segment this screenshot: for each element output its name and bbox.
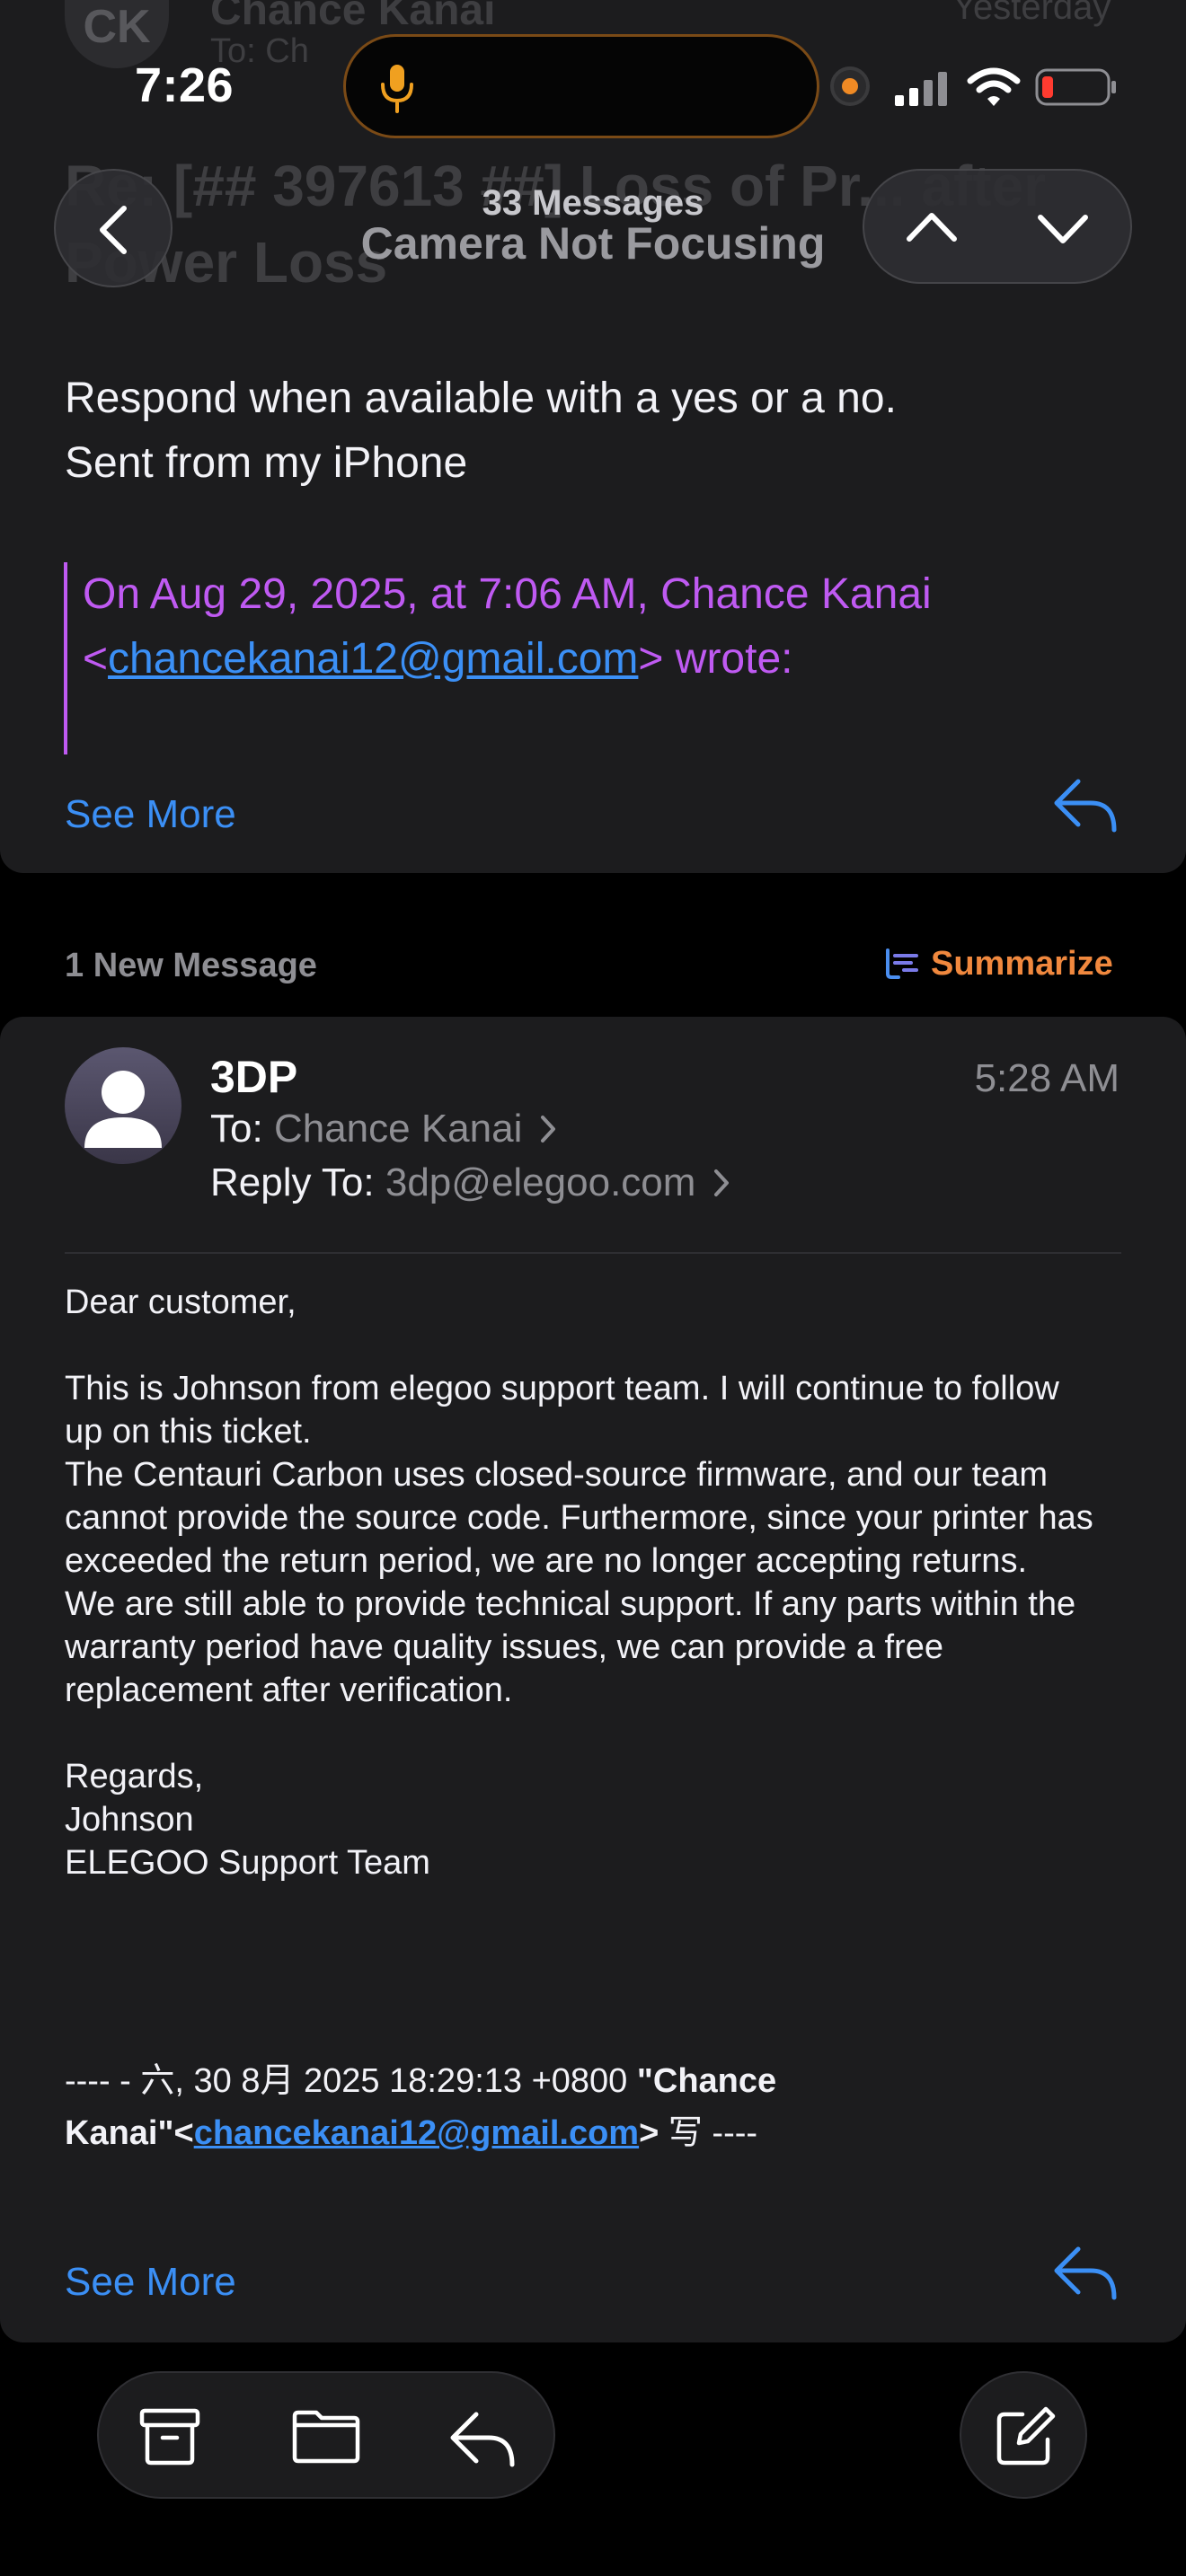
message-line-2: Sent from my iPhone <box>65 439 468 487</box>
new-message-label: 1 New Message <box>65 947 317 984</box>
quote-attribution-line-1: On Aug 29, 2025, at 7:06 AM, Chance Kana… <box>83 570 932 618</box>
compose-icon <box>996 2406 1056 2466</box>
body-line: replacement after verification. <box>65 1672 513 1709</box>
person-icon <box>84 1071 162 1148</box>
action-toolbar <box>97 2371 555 2499</box>
quoted-header-line-2: Kanai"<chancekanai12@gmail.com> 写 ---- <box>65 2107 776 2159</box>
email-body: Dear customer, This is Johnson from eleg… <box>65 1281 1143 1884</box>
chevron-right-icon <box>540 1116 555 1142</box>
summarize-icon <box>886 948 918 979</box>
quote-attribution-line-2: <chancekanai12@gmail.com> wrote: <box>83 627 792 692</box>
quote-bar <box>64 562 67 754</box>
quoted-header-date: ---- - 六, 30 8月 2025 18:29:13 +0800 <box>65 2062 637 2100</box>
quote-email-link[interactable]: chancekanai12@gmail.com <box>108 635 638 683</box>
body-line: cannot provide the source code. Furtherm… <box>65 1499 1093 1537</box>
microphone-icon <box>379 63 415 113</box>
quote-wrote: > wrote: <box>638 635 793 683</box>
compose-button[interactable] <box>960 2371 1087 2499</box>
reply-icon[interactable] <box>1051 2242 1120 2305</box>
previous-message-button[interactable] <box>864 171 999 286</box>
archive-icon <box>139 2408 200 2466</box>
recording-dot-icon <box>830 66 870 106</box>
quoted-header-line-1: ---- - 六, 30 8月 2025 18:29:13 +0800 "Cha… <box>65 2055 776 2107</box>
quoted-header-email-link[interactable]: chancekanai12@gmail.com <box>194 2114 639 2152</box>
quoted-header-wrote: 写 ---- <box>659 2114 758 2152</box>
next-message-button[interactable] <box>999 171 1134 286</box>
reply-icon <box>450 2412 515 2467</box>
chevron-right-icon <box>713 1169 729 1196</box>
ghost-date: Yesterday <box>952 0 1111 27</box>
message-card-3dp: 3DP 5:28 AM To: Chance Kanai Reply To: 3… <box>0 1017 1186 2342</box>
header-divider <box>65 1252 1121 1254</box>
body-signature-name: Johnson <box>65 1801 194 1839</box>
body-greeting: Dear customer, <box>65 1284 296 1321</box>
see-more-link[interactable]: See More <box>65 792 236 837</box>
battery-icon <box>1035 68 1118 106</box>
avatar <box>65 1047 181 1164</box>
reply-icon[interactable] <box>1051 774 1120 837</box>
body-line: We are still able to provide technical s… <box>65 1585 1076 1623</box>
archive-button[interactable] <box>131 2398 208 2475</box>
body-line: This is Johnson from elegoo support team… <box>65 1370 1059 1407</box>
quote-lt: < <box>83 635 109 683</box>
move-to-folder-button[interactable] <box>288 2398 365 2475</box>
quoted-header: ---- - 六, 30 8月 2025 18:29:13 +0800 "Cha… <box>65 2055 776 2159</box>
body-regards: Regards, <box>65 1758 204 1795</box>
message-time: 5:28 AM <box>974 1056 1120 1100</box>
summarize-label: Summarize <box>931 945 1113 983</box>
reply-to-value: 3dp@elegoo.com <box>385 1160 696 1204</box>
recipient-row[interactable]: To: Chance Kanai <box>210 1107 559 1151</box>
back-button[interactable] <box>54 169 173 287</box>
status-time: 7:26 <box>135 58 235 112</box>
reply-button[interactable] <box>444 2398 521 2475</box>
quoted-header-sender-b: Kanai"< <box>65 2114 194 2152</box>
body-line: up on this ticket. <box>65 1413 312 1451</box>
message-line-1: Respond when available with a yes or a n… <box>65 375 897 422</box>
message-navigator <box>863 169 1132 284</box>
body-line: The Centauri Carbon uses closed-source f… <box>65 1456 1049 1494</box>
wifi-icon <box>967 66 1021 108</box>
see-more-link[interactable]: See More <box>65 2260 236 2305</box>
quoted-header-gt: > <box>639 2114 659 2152</box>
thread-title: Camera Not Focusing <box>360 218 826 269</box>
sender-name: 3DP <box>210 1052 298 1102</box>
ghost-sender: Chance Kanai <box>210 0 496 34</box>
chevron-left-icon <box>100 206 127 254</box>
chevron-up-icon <box>907 213 957 242</box>
chevron-down-icon <box>1038 215 1088 243</box>
to-value: Chance Kanai <box>273 1107 523 1151</box>
to-label: To: <box>210 1107 263 1151</box>
folder-icon <box>292 2410 360 2464</box>
cellular-signal-icon <box>893 70 951 106</box>
quoted-header-sender-a: "Chance <box>636 2062 777 2100</box>
body-signature-team: ELEGOO Support Team <box>65 1844 430 1882</box>
reply-to-row[interactable]: Reply To: 3dp@elegoo.com <box>210 1160 732 1205</box>
body-line: warranty period have quality issues, we … <box>65 1628 943 1666</box>
body-line: exceeded the return period, we are no lo… <box>65 1542 1027 1580</box>
reply-to-label: Reply To: <box>210 1160 375 1204</box>
